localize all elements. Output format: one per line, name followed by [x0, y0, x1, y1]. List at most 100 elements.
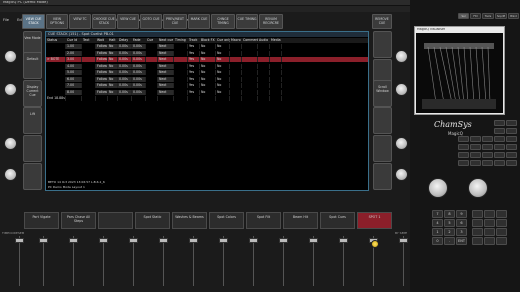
table-cell[interactable]: No	[108, 57, 118, 62]
table-cell[interactable]: No	[200, 50, 216, 56]
table-cell[interactable]: 6.00	[66, 76, 82, 82]
playback-button[interactable]: Port Vigate	[24, 212, 59, 229]
table-cell[interactable]	[270, 96, 282, 101]
tab-view-options[interactable]: VIEW OPTIONS	[46, 14, 68, 29]
tab-cue-timing[interactable]: CUE TIMING	[236, 14, 258, 29]
playback-button[interactable]: Spot Colors	[209, 212, 244, 229]
table-cell[interactable]	[200, 96, 216, 101]
table-cell[interactable]: No	[108, 70, 118, 75]
cue-column-header[interactable]: Block FX	[200, 38, 216, 43]
table-cell[interactable]: No	[200, 89, 216, 95]
cue-column-header[interactable]: Cue	[146, 38, 158, 43]
table-cell[interactable]	[242, 89, 258, 95]
fader-cap[interactable]	[249, 238, 258, 243]
table-cell[interactable]: Next	[158, 50, 174, 56]
keypad-key[interactable]: .	[444, 237, 455, 245]
table-cell[interactable]: Next	[158, 63, 174, 69]
table-cell[interactable]	[146, 57, 158, 62]
table-cell[interactable]	[174, 57, 188, 62]
left-button-5[interactable]	[23, 135, 42, 162]
console-key[interactable]	[494, 128, 505, 134]
console-key[interactable]	[494, 160, 505, 166]
table-cell[interactable]: Follow	[96, 70, 108, 75]
table-cell[interactable]	[230, 63, 242, 69]
playback-button[interactable]: Washes & Beams	[172, 212, 207, 229]
fader-cap[interactable]	[15, 238, 24, 243]
table-cell[interactable]	[146, 76, 158, 82]
table-cell[interactable]: 0.00s	[132, 89, 146, 95]
table-cell[interactable]: 0.00s	[118, 76, 132, 82]
encoder-knob-c[interactable]	[4, 137, 17, 150]
table-cell[interactable]: Next	[158, 57, 174, 62]
tab-view-cue[interactable]: VIEW CUE	[117, 14, 139, 29]
console-key[interactable]	[506, 120, 517, 126]
table-cell[interactable]: 0.00s	[118, 83, 132, 88]
table-cell[interactable]	[174, 63, 188, 69]
table-cell[interactable]: 7.00	[66, 83, 82, 88]
console-key[interactable]	[494, 136, 505, 142]
table-cell[interactable]: 0.00s	[118, 89, 132, 95]
fader[interactable]	[188, 236, 199, 286]
table-cell[interactable]	[270, 50, 282, 56]
fader-cap[interactable]	[399, 238, 408, 243]
console-key[interactable]	[482, 136, 493, 142]
big-encoder-left[interactable]	[428, 178, 448, 198]
keypad-key[interactable]: 6	[456, 219, 467, 227]
table-cell[interactable]	[242, 70, 258, 75]
table-cell[interactable]	[146, 89, 158, 95]
table-cell[interactable]	[46, 89, 66, 95]
fader-cap[interactable]	[99, 238, 108, 243]
fader[interactable]	[128, 236, 139, 286]
fader-cap[interactable]	[129, 238, 138, 243]
console-key[interactable]	[470, 144, 481, 150]
table-cell[interactable]	[230, 76, 242, 82]
table-row[interactable]: End 18.88s	[46, 96, 368, 101]
table-cell[interactable]	[146, 44, 158, 49]
table-cell[interactable]: No	[216, 83, 230, 88]
table-cell[interactable]	[146, 63, 158, 69]
fader-cap[interactable]	[309, 238, 318, 243]
table-cell[interactable]	[82, 50, 96, 56]
table-cell[interactable]: Yes	[188, 76, 200, 82]
cue-column-header[interactable]: Delay	[118, 38, 132, 43]
fader-cap[interactable]	[279, 238, 288, 243]
fader-cap[interactable]	[219, 238, 228, 243]
function-key[interactable]	[472, 210, 483, 218]
keypad-key[interactable]: 8	[444, 210, 455, 218]
table-cell[interactable]	[270, 70, 282, 75]
table-cell[interactable]	[230, 89, 242, 95]
cue-column-header[interactable]: Cue only	[216, 38, 230, 43]
table-cell[interactable]	[46, 70, 66, 75]
playback-button[interactable]	[98, 212, 133, 229]
table-cell[interactable]	[258, 50, 270, 56]
table-row[interactable]: 5.00 Follow No 0.00s 0.00s Next Yes No No	[46, 70, 368, 75]
right-button-1[interactable]	[373, 31, 392, 58]
table-cell[interactable]	[270, 44, 282, 49]
table-cell[interactable]: No	[200, 70, 216, 75]
cue-column-header[interactable]: Media	[270, 38, 282, 43]
table-cell[interactable]	[258, 44, 270, 49]
table-cell[interactable]: No	[200, 57, 216, 62]
console-key[interactable]	[470, 152, 481, 158]
table-cell[interactable]: No	[216, 76, 230, 82]
table-cell[interactable]	[82, 70, 96, 75]
playback-button[interactable]: Pars Chase All Steps	[61, 212, 96, 229]
encoder-knob-a[interactable]	[4, 50, 17, 63]
table-cell[interactable]: Follow	[96, 57, 108, 62]
cue-column-header[interactable]: Cue Id	[66, 38, 82, 43]
table-cell[interactable]: No	[200, 63, 216, 69]
fader-cap[interactable]	[189, 238, 198, 243]
fader[interactable]	[158, 236, 169, 286]
keypad-key[interactable]: 5	[444, 219, 455, 227]
table-cell[interactable]	[146, 70, 158, 75]
cue-column-header[interactable]: Timing	[174, 38, 188, 43]
playback-button[interactable]: SPOT 1	[357, 212, 392, 229]
tab-remove-cue[interactable]: REMOVE CUE	[372, 14, 392, 29]
keypad-key[interactable]: 0	[432, 237, 443, 245]
table-cell[interactable]: 0.00s	[132, 76, 146, 82]
table-cell[interactable]	[242, 76, 258, 82]
table-cell[interactable]	[108, 96, 118, 101]
table-cell[interactable]: Follow	[96, 76, 108, 82]
table-cell[interactable]	[174, 50, 188, 56]
tab-view-cue-stack[interactable]: VIEW CUE STACK	[22, 14, 45, 29]
